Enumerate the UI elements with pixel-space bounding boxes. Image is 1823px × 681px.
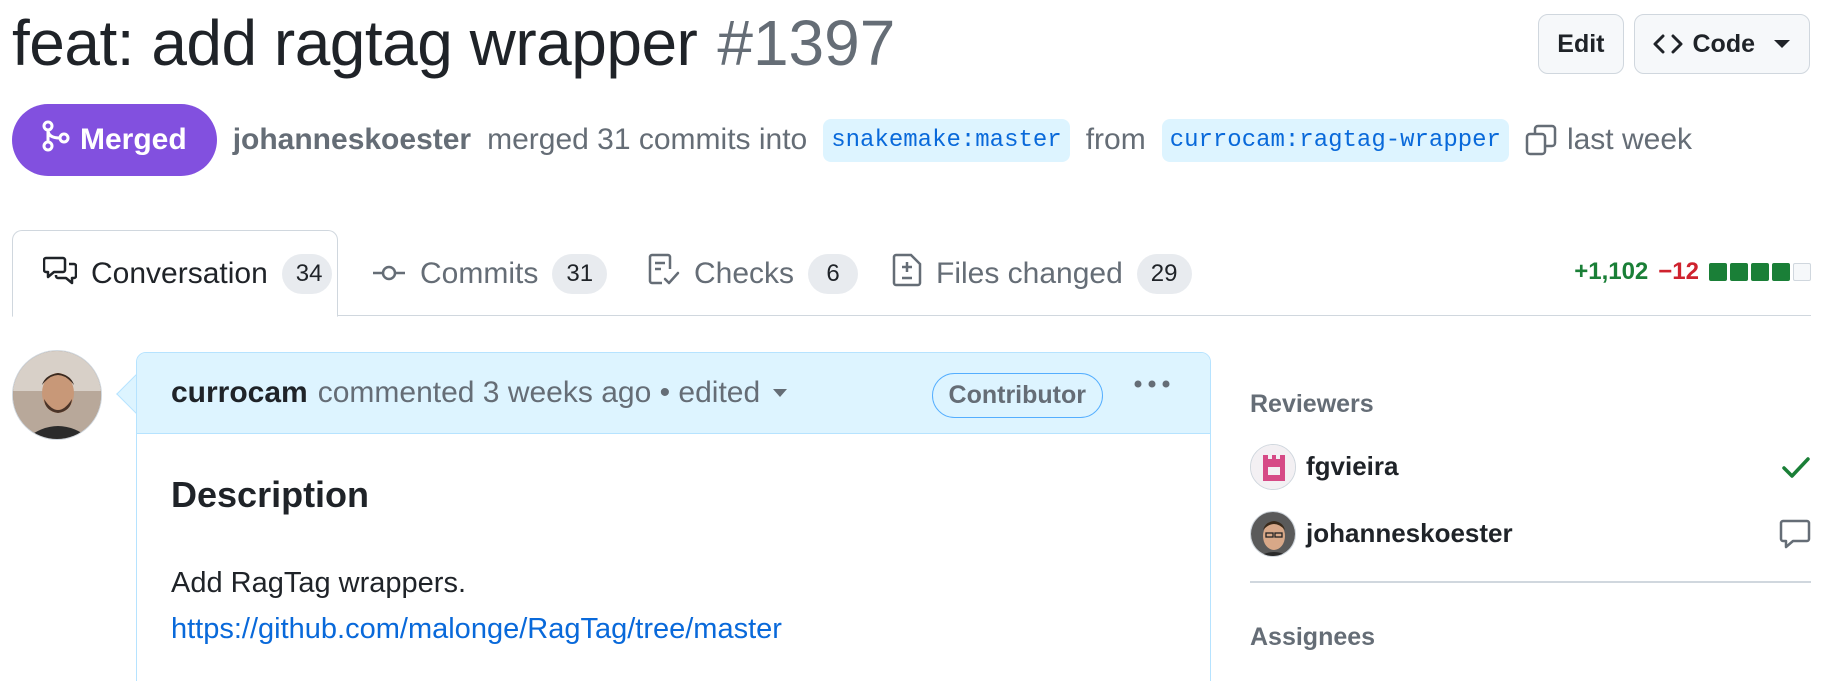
diffstat: +1,102 −12 [1574, 258, 1811, 286]
reviewer-avatar [1250, 443, 1296, 490]
diff-block [1709, 263, 1727, 281]
kebab-horizontal-icon[interactable] [1134, 379, 1170, 389]
pr-number: #1397 [717, 7, 896, 79]
contributor-badge: Contributor [931, 373, 1103, 418]
commenter-avatar[interactable] [12, 350, 102, 440]
diff-block [1730, 263, 1748, 281]
reviewers-heading[interactable]: Reviewers [1250, 390, 1811, 419]
git-merge-icon [42, 120, 70, 160]
sidebar: Reviewers fgvieira johanneskoester Assig… [1250, 390, 1811, 652]
tab-label: Commits [420, 256, 539, 290]
copy-icon[interactable] [1525, 124, 1557, 156]
comment-header: currocam commented 3 weeks ago • edited … [137, 353, 1210, 434]
code-icon [1653, 32, 1683, 56]
tab-counter: 6 [808, 253, 859, 294]
tab-checks[interactable]: Checks 6 [618, 230, 888, 317]
reviewer-item[interactable]: fgvieira [1250, 433, 1811, 500]
tab-commits[interactable]: Commits 31 [342, 230, 637, 317]
pr-title: feat: add ragtag wrapper [12, 7, 698, 79]
comment-text: Add RagTag wrappers. [171, 567, 466, 599]
tab-files-changed[interactable]: Files changed 29 [862, 230, 1222, 317]
edited-dropdown-icon[interactable] [772, 388, 788, 398]
tab-label: Files changed [936, 256, 1123, 290]
comment-heading: Description [171, 474, 370, 515]
diff-block [1772, 263, 1790, 281]
comment-icon [1779, 519, 1811, 549]
sidebar-divider [1250, 581, 1811, 583]
git-commit-icon [372, 257, 406, 291]
tab-conversation[interactable]: Conversation 34 [12, 230, 338, 317]
diff-additions: +1,102 [1574, 258, 1649, 285]
comment-box: currocam commented 3 weeks ago • edited … [136, 352, 1211, 681]
base-branch[interactable]: snakemake:master [823, 118, 1070, 162]
comment-body: Description Add RagTag wrappers. https:/… [137, 434, 1210, 681]
file-diff-icon [892, 253, 922, 295]
reviewer-name: johanneskoester [1306, 518, 1513, 548]
reviewer-avatar [1250, 510, 1296, 557]
reviewer-item[interactable]: johanneskoester [1250, 500, 1811, 567]
ragtag-link[interactable]: https://github.com/malonge/RagTag/tree/m… [171, 606, 1176, 652]
tab-counter: 29 [1136, 253, 1192, 294]
merge-author-link[interactable]: johanneskoester [233, 123, 471, 157]
head-branch[interactable]: currocam:ragtag-wrapper [1161, 118, 1509, 162]
tab-label: Conversation [91, 256, 268, 290]
diff-block [1751, 263, 1769, 281]
comment-action: commented 3 weeks ago • edited [317, 376, 761, 409]
comment-discussion-icon [42, 255, 78, 293]
code-button[interactable]: Code [1633, 14, 1810, 74]
edit-button[interactable]: Edit [1538, 14, 1624, 74]
state-label: Merged [80, 123, 187, 156]
approved-check-icon [1781, 455, 1811, 479]
merged-time: last week [1566, 123, 1693, 156]
pr-meta: Merged johanneskoester merged 31 commits… [12, 104, 1692, 176]
diff-deletions: −12 [1658, 258, 1699, 285]
code-button-label: Code [1692, 29, 1756, 58]
assignees-heading[interactable]: Assignees [1250, 623, 1811, 652]
triangle-down-icon [1773, 38, 1791, 50]
tab-counter: 34 [281, 253, 332, 294]
checklist-icon [648, 253, 680, 295]
tab-counter: 31 [552, 253, 608, 294]
comment-author-link[interactable]: currocam [171, 376, 308, 410]
pr-title-row: feat: add ragtag wrapper #1397 [12, 6, 895, 80]
diff-block [1793, 263, 1811, 281]
diff-blocks [1709, 263, 1811, 281]
reviewer-name: fgvieira [1306, 451, 1399, 481]
pr-tabs: Conversation 34 Commits 31 Checks 6 File… [12, 230, 1811, 317]
header-actions: Edit Code [1538, 14, 1810, 74]
state-badge: Merged [12, 104, 217, 176]
tab-label: Checks [694, 256, 795, 290]
from-text: from [1085, 123, 1146, 156]
merged-text: merged 31 commits into [487, 123, 808, 156]
